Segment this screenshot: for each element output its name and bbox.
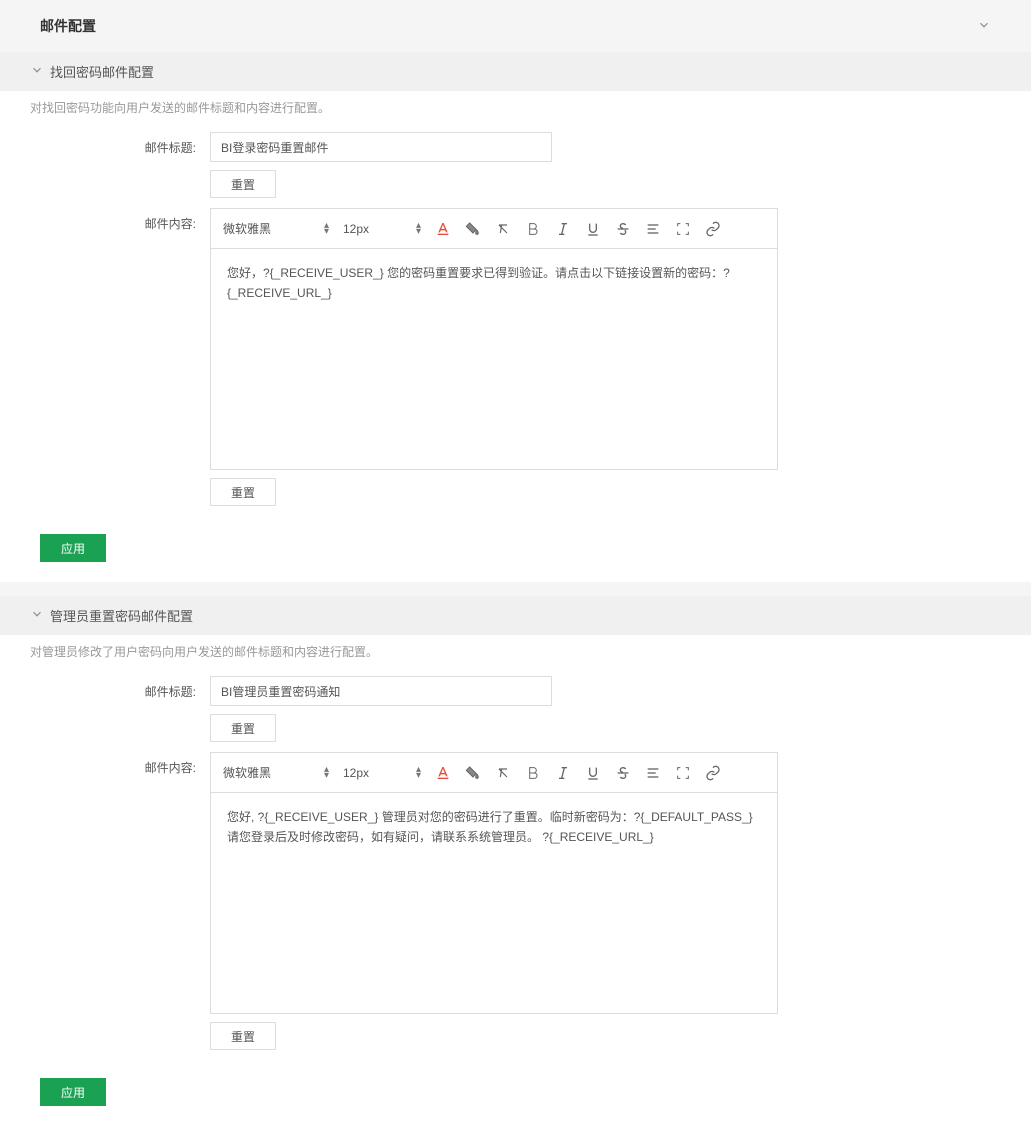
section-desc-password-recovery: 对找回密码功能向用户发送的邮件标题和内容进行配置。 (0, 91, 1031, 132)
font-size-select[interactable]: 12px ▴▾ (337, 215, 427, 243)
align-icon[interactable] (639, 215, 667, 243)
font-family-select[interactable]: 微软雅黑 ▴▾ (217, 215, 335, 243)
font-size-value: 12px (343, 222, 369, 236)
email-title-label: 邮件标题: (30, 132, 210, 156)
font-color-icon[interactable] (429, 759, 457, 787)
editor-toolbar: 微软雅黑 ▴▾ 12px ▴▾ (211, 209, 777, 249)
page-title: 邮件配置 (40, 16, 96, 36)
reset-title-button[interactable]: 重置 (210, 714, 276, 742)
fullscreen-icon[interactable] (669, 759, 697, 787)
link-icon[interactable] (699, 215, 727, 243)
section-title: 管理员重置密码邮件配置 (50, 606, 193, 625)
apply-button[interactable]: 应用 (40, 1078, 106, 1106)
font-family-value: 微软雅黑 (223, 764, 271, 781)
italic-icon[interactable] (549, 215, 577, 243)
email-content-label: 邮件内容: (30, 208, 210, 232)
clear-format-icon[interactable] (489, 759, 517, 787)
caret-icon: ▴▾ (324, 223, 329, 235)
underline-icon[interactable] (579, 759, 607, 787)
rich-text-editor: 微软雅黑 ▴▾ 12px ▴▾ (210, 752, 778, 1014)
chevron-down-icon (30, 63, 44, 80)
caret-icon: ▴▾ (416, 767, 421, 779)
apply-button[interactable]: 应用 (40, 534, 106, 562)
fullscreen-icon[interactable] (669, 215, 697, 243)
font-family-select[interactable]: 微软雅黑 ▴▾ (217, 759, 335, 787)
section-title: 找回密码邮件配置 (50, 62, 154, 81)
caret-icon: ▴▾ (416, 223, 421, 235)
bold-icon[interactable] (519, 759, 547, 787)
strikethrough-icon[interactable] (609, 215, 637, 243)
font-color-icon[interactable] (429, 215, 457, 243)
clear-format-icon[interactable] (489, 215, 517, 243)
email-title-input[interactable] (210, 132, 552, 162)
chevron-down-icon (30, 607, 44, 624)
main-header: 邮件配置 (0, 0, 1031, 52)
editor-content[interactable]: 您好, ?{_RECEIVE_USER_} 管理员对您的密码进行了重置。临时新密… (211, 793, 777, 1013)
editor-toolbar: 微软雅黑 ▴▾ 12px ▴▾ (211, 753, 777, 793)
font-size-select[interactable]: 12px ▴▾ (337, 759, 427, 787)
background-color-icon[interactable] (459, 759, 487, 787)
italic-icon[interactable] (549, 759, 577, 787)
font-family-value: 微软雅黑 (223, 220, 271, 237)
link-icon[interactable] (699, 759, 727, 787)
section-body-password-recovery: 邮件标题: 重置 邮件内容: 微软雅黑 ▴▾ 12px ▴▾ (0, 132, 1031, 582)
background-color-icon[interactable] (459, 215, 487, 243)
caret-icon: ▴▾ (324, 767, 329, 779)
reset-content-button[interactable]: 重置 (210, 1022, 276, 1050)
underline-icon[interactable] (579, 215, 607, 243)
section-body-admin-reset: 邮件标题: 重置 邮件内容: 微软雅黑 ▴▾ 12px ▴▾ (0, 676, 1031, 1126)
font-size-value: 12px (343, 766, 369, 780)
collapse-main-icon[interactable] (977, 18, 991, 35)
reset-content-button[interactable]: 重置 (210, 478, 276, 506)
rich-text-editor: 微软雅黑 ▴▾ 12px ▴▾ (210, 208, 778, 470)
email-title-label: 邮件标题: (30, 676, 210, 700)
section-desc-admin-reset: 对管理员修改了用户密码向用户发送的邮件标题和内容进行配置。 (0, 635, 1031, 676)
strikethrough-icon[interactable] (609, 759, 637, 787)
email-title-input[interactable] (210, 676, 552, 706)
reset-title-button[interactable]: 重置 (210, 170, 276, 198)
email-content-label: 邮件内容: (30, 752, 210, 776)
section-header-password-recovery[interactable]: 找回密码邮件配置 (0, 52, 1031, 91)
align-icon[interactable] (639, 759, 667, 787)
editor-content[interactable]: 您好，?{_RECEIVE_USER_} 您的密码重置要求已得到验证。请点击以下… (211, 249, 777, 469)
bold-icon[interactable] (519, 215, 547, 243)
section-header-admin-reset[interactable]: 管理员重置密码邮件配置 (0, 596, 1031, 635)
